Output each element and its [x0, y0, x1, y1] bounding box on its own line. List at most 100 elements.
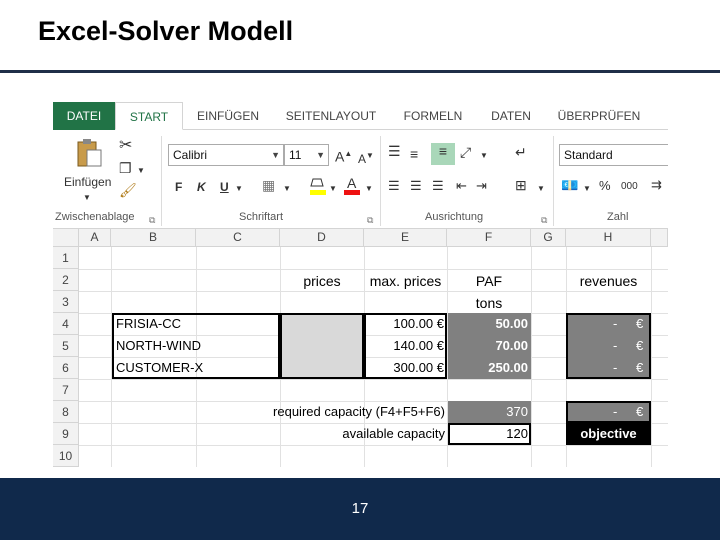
revenue-dash[interactable]: -	[613, 314, 617, 334]
align-left-icon[interactable]: ☰	[388, 178, 400, 194]
customer-name[interactable]: FRISIA-CC	[116, 314, 181, 334]
prices-input-block[interactable]	[280, 313, 364, 379]
max-price-cell[interactable]: 140.00 €	[364, 336, 444, 356]
paste-icon[interactable]	[75, 138, 103, 168]
underline-button[interactable]: U	[220, 179, 229, 195]
orientation-icon[interactable]: ⤢	[460, 144, 471, 160]
tab-daten[interactable]: DATEN	[485, 102, 537, 130]
alignment-group-label: Ausrichtung	[425, 211, 484, 223]
align-bottom-icon[interactable]: ≡	[431, 143, 455, 165]
row-header-1[interactable]: 1	[53, 247, 79, 269]
currency-format-icon[interactable]: 💶	[561, 177, 578, 193]
shrink-font-icon[interactable]: A▼	[358, 148, 374, 167]
header-prices[interactable]: prices	[280, 271, 364, 291]
align-middle-icon[interactable]: ≡	[410, 146, 418, 162]
row-header-8[interactable]: 8	[53, 401, 79, 423]
font-size-select[interactable]: 11 ▼	[284, 144, 329, 166]
paf-cell[interactable]: 70.00	[448, 336, 528, 356]
font-color-icon[interactable]: A	[343, 174, 361, 200]
header-revenues[interactable]: revenues	[566, 271, 651, 291]
header-tons[interactable]: tons	[447, 293, 531, 313]
row-header-5[interactable]: 5	[53, 335, 79, 357]
orientation-dropdown-icon[interactable]: ▼	[480, 148, 488, 164]
column-header-g[interactable]: G	[531, 229, 566, 247]
max-price-cell[interactable]: 100.00 €	[364, 314, 444, 334]
row-header-7[interactable]: 7	[53, 379, 79, 401]
row-header-6[interactable]: 6	[53, 357, 79, 379]
row-header-4[interactable]: 4	[53, 313, 79, 335]
group-divider	[161, 136, 162, 226]
paste-label[interactable]: Einfügen	[64, 172, 111, 192]
align-top-icon[interactable]: ☰	[388, 143, 401, 159]
revenue-dash[interactable]: -	[613, 358, 617, 378]
merge-dropdown-icon[interactable]: ▼	[537, 181, 545, 197]
column-header-e[interactable]: E	[364, 229, 447, 247]
format-painter-icon[interactable]: 🖌	[119, 182, 137, 198]
header-max-prices[interactable]: max. prices	[364, 271, 447, 291]
paf-cell[interactable]: 50.00	[448, 314, 528, 334]
alignment-launcher-icon[interactable]: ⧉	[541, 212, 547, 228]
revenue-dash[interactable]: -	[613, 336, 617, 356]
tab-start[interactable]: START	[115, 102, 183, 130]
revenue-currency: €	[636, 338, 644, 353]
row-header-2[interactable]: 2	[53, 269, 79, 291]
max-price-cell[interactable]: 300.00 €	[364, 358, 444, 378]
column-header-c[interactable]: C	[196, 229, 280, 247]
thousands-button[interactable]: 000	[621, 179, 638, 195]
cut-icon[interactable]: ✂	[119, 138, 132, 154]
required-capacity-label: required capacity (F4+F5+F6)	[273, 404, 445, 419]
increase-indent-icon[interactable]: ⇥	[476, 178, 487, 194]
customer-name[interactable]: CUSTOMER-X	[116, 358, 203, 378]
column-header-h[interactable]: H	[566, 229, 651, 247]
font-launcher-icon[interactable]: ⧉	[367, 212, 373, 228]
row-header-3[interactable]: 3	[53, 291, 79, 313]
copy-dropdown-icon[interactable]: ▼	[137, 163, 145, 179]
row-header-10[interactable]: 10	[53, 445, 79, 467]
percent-button[interactable]: %	[599, 178, 611, 194]
column-header-i[interactable]	[651, 229, 668, 247]
tab-datei[interactable]: DATEI	[53, 102, 115, 130]
align-center-icon[interactable]: ☰	[410, 178, 422, 194]
copy-icon[interactable]: ❐	[119, 160, 132, 176]
decrease-indent-icon[interactable]: ⇤	[456, 178, 467, 194]
underline-dropdown-icon[interactable]: ▼	[235, 181, 243, 197]
number-format-select[interactable]: Standard	[559, 144, 668, 166]
header-paf[interactable]: PAF	[447, 271, 531, 291]
tab-formeln[interactable]: FORMELN	[397, 102, 469, 130]
column-header-f[interactable]: F	[447, 229, 531, 247]
revenue-currency: €	[636, 316, 644, 331]
customer-name[interactable]: NORTH-WIND	[116, 336, 201, 356]
slide-title: Excel-Solver Modell	[38, 16, 294, 46]
column-header-d[interactable]: D	[280, 229, 364, 247]
select-all-corner[interactable]	[53, 229, 79, 247]
grid-line	[53, 379, 668, 380]
paf-cell[interactable]: 250.00	[448, 358, 528, 378]
column-header-a[interactable]: A	[79, 229, 111, 247]
fill-color-dropdown-icon[interactable]: ▼	[329, 181, 337, 197]
borders-dropdown-icon[interactable]: ▼	[283, 181, 291, 197]
increase-decimal-icon[interactable]: ⇉	[651, 177, 662, 193]
excel-window: DATEI START EINFÜGEN SEITENLAYOUT FORMEL…	[53, 102, 668, 467]
slide-footer: 17	[0, 478, 720, 540]
tab-seitenlayout[interactable]: SEITENLAYOUT	[281, 102, 381, 130]
paste-dropdown-icon[interactable]: ▼	[83, 190, 91, 206]
align-right-icon[interactable]: ☰	[432, 178, 444, 194]
merge-center-icon[interactable]: ⊞	[515, 177, 527, 193]
tab-ueberpruefen[interactable]: ÜBERPRÜFEN	[553, 102, 645, 130]
fill-color-icon[interactable]	[309, 176, 327, 200]
font-name-value: Calibri	[173, 148, 208, 162]
font-color-dropdown-icon[interactable]: ▼	[365, 181, 373, 197]
italic-button[interactable]: K	[197, 179, 206, 195]
font-name-select[interactable]: Calibri ▼	[168, 144, 284, 166]
clipboard-launcher-icon[interactable]: ⧉	[149, 212, 155, 228]
tab-einfuegen[interactable]: EINFÜGEN	[193, 102, 263, 130]
currency-dropdown-icon[interactable]: ▼	[583, 181, 591, 197]
revenue-currency: €	[636, 360, 644, 375]
row-header-9[interactable]: 9	[53, 423, 79, 445]
wrap-text-icon[interactable]: ↵	[515, 144, 527, 160]
font-size-value: 11	[289, 148, 302, 162]
borders-icon[interactable]: ▦	[262, 177, 275, 193]
bold-button[interactable]: F	[175, 179, 182, 195]
column-header-b[interactable]: B	[111, 229, 196, 247]
grow-font-icon[interactable]: A▲	[335, 146, 352, 165]
